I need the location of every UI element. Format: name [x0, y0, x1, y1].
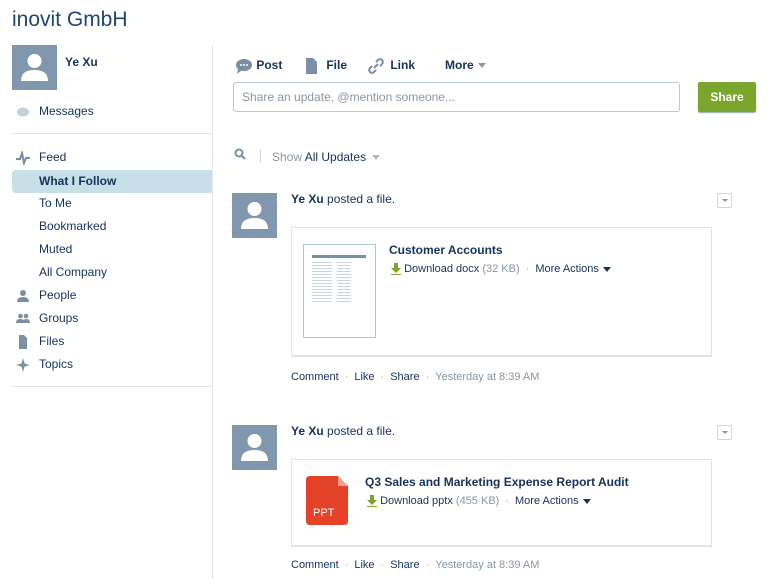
sidebar-item-topics[interactable]: Topics [12, 353, 212, 376]
post-menu-button[interactable] [717, 425, 732, 440]
comment-link[interactable]: Comment [291, 559, 339, 571]
search-icon[interactable] [234, 148, 246, 160]
chevron-down-icon [582, 498, 591, 504]
file-actions: Download docx (32 KB) · More Actions [391, 263, 611, 276]
groups-icon [16, 313, 30, 323]
sidebar-item-to-me[interactable]: To Me [12, 192, 212, 215]
post-header: Ye Xu posted a file. [291, 192, 396, 206]
share-update-input[interactable]: Share an update, @mention someone... [233, 82, 680, 112]
sidebar-item-groups[interactable]: Groups [12, 307, 212, 330]
tab-more[interactable]: More [445, 57, 486, 73]
sidebar-item-bookmarked[interactable]: Bookmarked [12, 215, 212, 238]
file-card: Customer Accounts Download docx (32 KB) ·… [291, 227, 712, 357]
comment-link[interactable]: Comment [291, 371, 339, 383]
share-link[interactable]: Share [390, 371, 419, 383]
tab-post[interactable]: Post [236, 57, 282, 74]
post-timestamp[interactable]: Yesterday at 8:39 AM [435, 371, 539, 383]
post-avatar[interactable] [232, 193, 277, 238]
file-title[interactable]: Customer Accounts [389, 243, 503, 257]
tab-file[interactable]: File [305, 57, 347, 74]
chevron-down-icon [372, 155, 381, 161]
files-icon [19, 335, 27, 349]
topics-icon [16, 358, 30, 372]
sidebar-item-muted[interactable]: Muted [12, 238, 212, 261]
share-link[interactable]: Share [390, 559, 419, 571]
file-actions: Download pptx (455 KB) · More Actions [367, 495, 591, 508]
file-card: PPT Q3 Sales and Marketing Expense Repor… [291, 459, 712, 547]
file-title[interactable]: Q3 Sales and Marketing Expense Report Au… [365, 475, 629, 489]
post-header: Ye Xu posted a file. [291, 424, 396, 438]
post-actions: Comment · Like · Share · Yesterday at 8:39 AM [291, 371, 540, 383]
sidebar-item-files[interactable]: Files [12, 330, 212, 353]
sidebar-item-what-i-follow[interactable]: What I Follow [12, 170, 212, 193]
download-link[interactable]: Download docx [404, 263, 479, 275]
sidebar-divider-top [12, 133, 212, 134]
post-actions: Comment · Like · Share · Yesterday at 8:39 AM [291, 559, 540, 571]
download-icon [391, 263, 401, 276]
more-actions-menu[interactable]: More Actions [515, 495, 579, 507]
sidebar-item-feed[interactable]: Feed [12, 146, 212, 169]
sidebar-divider [212, 45, 213, 579]
link-icon [368, 58, 384, 74]
feed-filter[interactable]: Show All Updates [272, 150, 381, 164]
download-link[interactable]: Download pptx [380, 495, 453, 507]
feed-icon [16, 151, 30, 165]
sidebar-item-messages[interactable]: Messages [12, 100, 212, 123]
post-avatar[interactable] [232, 425, 277, 470]
like-link[interactable]: Like [354, 371, 374, 383]
chat-bubble-icon [236, 58, 252, 74]
tab-link[interactable]: Link [368, 57, 415, 74]
post-menu-button[interactable] [717, 193, 732, 208]
filter-separator [260, 150, 261, 162]
download-icon [367, 495, 377, 508]
chevron-down-icon [477, 63, 486, 69]
file-icon [306, 57, 317, 74]
user-avatar[interactable] [12, 45, 57, 90]
chevron-down-icon [602, 266, 611, 272]
user-name[interactable]: Ye Xu [65, 55, 98, 69]
share-button[interactable]: Share [698, 82, 756, 112]
ppt-file-icon[interactable]: PPT [306, 476, 348, 525]
like-link[interactable]: Like [354, 559, 374, 571]
company-title: inovit GmbH [12, 8, 128, 31]
sidebar-divider-bottom [12, 386, 212, 387]
file-thumbnail[interactable] [303, 244, 376, 338]
more-actions-menu[interactable]: More Actions [535, 263, 599, 275]
sidebar-item-all-company[interactable]: All Company [12, 261, 212, 284]
post-timestamp[interactable]: Yesterday at 8:39 AM [435, 559, 539, 571]
messages-icon [17, 107, 29, 117]
sidebar-item-people[interactable]: People [12, 284, 212, 307]
people-icon [17, 290, 29, 302]
